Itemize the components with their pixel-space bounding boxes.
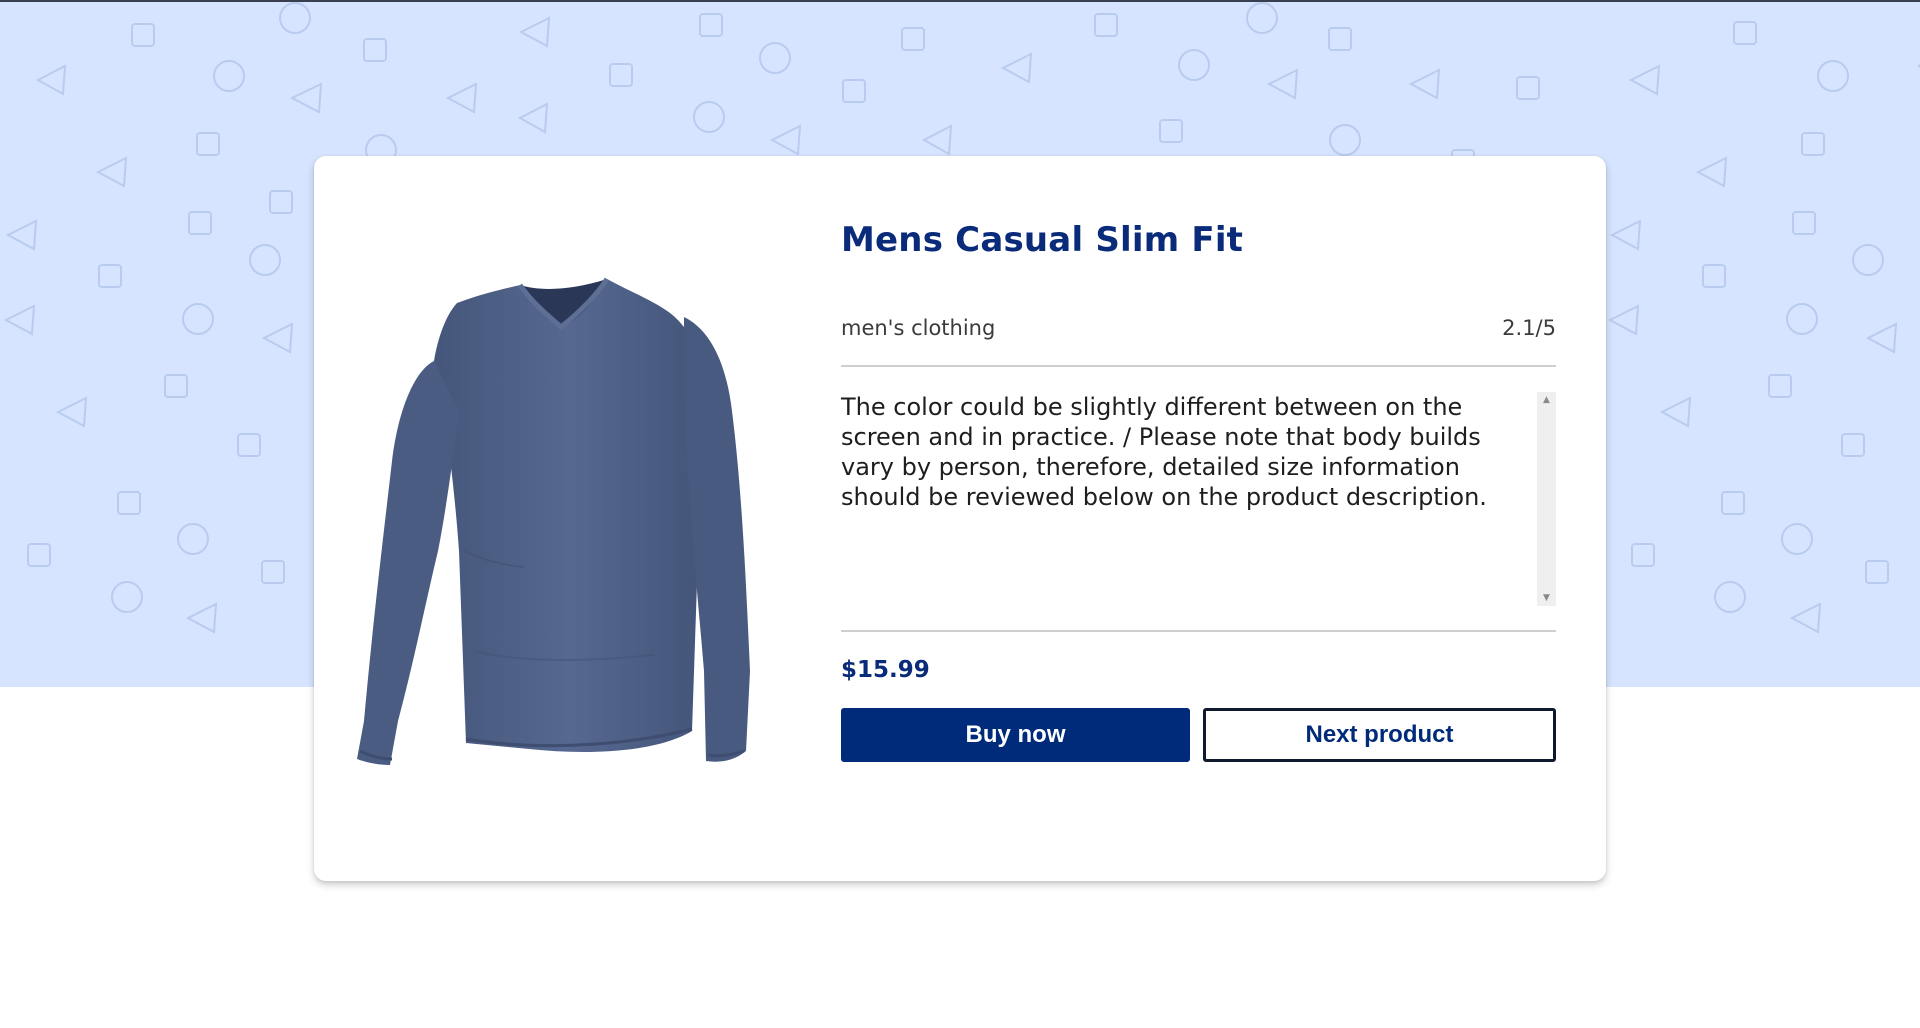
product-info-panel: Mens Casual Slim Fit men's clothing 2.1/… bbox=[841, 156, 1556, 881]
product-card: Mens Casual Slim Fit men's clothing 2.1/… bbox=[314, 156, 1606, 881]
long-sleeve-shirt-icon bbox=[357, 277, 750, 765]
scroll-up-arrow-icon[interactable]: ▲ bbox=[1537, 392, 1556, 408]
next-product-button[interactable]: Next product bbox=[1203, 708, 1556, 762]
product-description-box[interactable]: The color could be slightly different be… bbox=[841, 392, 1556, 606]
divider-bottom bbox=[841, 630, 1556, 632]
buy-now-button[interactable]: Buy now bbox=[841, 708, 1190, 762]
divider-top bbox=[841, 365, 1556, 367]
scroll-down-arrow-icon[interactable]: ▼ bbox=[1537, 590, 1556, 606]
product-price: $15.99 bbox=[841, 657, 930, 683]
product-title: Mens Casual Slim Fit bbox=[841, 220, 1244, 260]
description-scrollbar[interactable]: ▲ ▼ bbox=[1537, 392, 1556, 606]
product-meta-row: men's clothing 2.1/5 bbox=[841, 316, 1556, 340]
product-description: The color could be slightly different be… bbox=[841, 393, 1487, 511]
product-image bbox=[354, 251, 754, 771]
product-rating: 2.1/5 bbox=[1502, 316, 1556, 340]
product-category: men's clothing bbox=[841, 316, 996, 340]
